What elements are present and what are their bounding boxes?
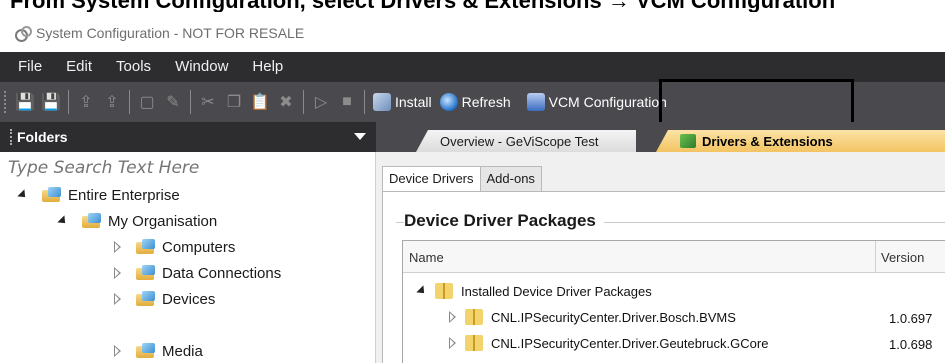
play-icon[interactable]: ▷ xyxy=(309,90,333,114)
package-icon xyxy=(465,335,483,351)
grid-header: Name Version xyxy=(403,241,945,273)
paste-icon[interactable]: 📋 xyxy=(248,90,272,114)
tree-item-devices[interactable]: Devices xyxy=(110,286,215,312)
menu-tools[interactable]: Tools xyxy=(104,52,163,82)
app-gear-icon xyxy=(14,26,32,42)
column-header-name[interactable]: Name xyxy=(409,250,444,265)
subtab-device-drivers[interactable]: Device Drivers xyxy=(382,166,481,192)
menu-help[interactable]: Help xyxy=(240,52,295,82)
folders-panel: Entire Enterprise My Organisation Comput… xyxy=(0,152,376,363)
toolbar-grip[interactable] xyxy=(4,91,8,113)
tab-drivers-extensions[interactable]: Drivers & Extensions xyxy=(656,130,945,152)
window-titlebar: System Configuration - NOT FOR RESALE xyxy=(0,14,945,52)
vcm-highlight-box xyxy=(659,79,854,127)
window-title: System Configuration - NOT FOR RESALE xyxy=(36,25,305,41)
cut-icon[interactable]: ✂ xyxy=(196,90,220,114)
tree-item-media[interactable]: Media xyxy=(110,338,203,363)
tree-item-label: Computers xyxy=(162,238,236,256)
column-divider[interactable] xyxy=(875,241,876,273)
tree-item-label: Entire Enterprise xyxy=(68,186,180,204)
row-name: CNL.IPSecurityCenter.Driver.Bosch.BVMS xyxy=(491,309,736,325)
toolbar-separator xyxy=(68,90,69,114)
subtab-addons[interactable]: Add-ons xyxy=(479,166,542,192)
menu-window[interactable]: Window xyxy=(163,52,240,82)
table-row[interactable]: CNL.IPSecurityCenter.Driver.Geutebruck.G… xyxy=(403,331,945,355)
collapse-arrow-icon[interactable] xyxy=(110,292,124,306)
expand-arrow-icon[interactable] xyxy=(56,214,70,228)
tab-drivers-label: Drivers & Extensions xyxy=(702,133,833,149)
document-tabstrip: Overview - GeViScope Test Drivers & Exte… xyxy=(376,122,945,152)
refresh-button[interactable]: Refresh xyxy=(436,87,515,117)
toolbar-separator xyxy=(303,90,304,114)
row-version: 1.0.697 xyxy=(889,311,933,326)
copy-icon[interactable]: ❐ xyxy=(222,90,246,114)
tree-item-label: Media xyxy=(162,342,203,360)
stop-icon[interactable]: ■ xyxy=(335,90,359,114)
toolbar-separator xyxy=(364,90,365,114)
tree-item-label: Data Connections xyxy=(162,264,282,282)
table-row[interactable]: CNL.IPSecurityCenter.Driver.Bosch.BVMS 1… xyxy=(403,305,945,329)
folders-panel-header: Folders xyxy=(0,122,376,152)
upload-icon[interactable]: ⇪ xyxy=(74,90,98,114)
drivers-icon xyxy=(680,134,696,148)
toolbar-separator xyxy=(129,90,130,114)
save-icon[interactable]: 💾 xyxy=(13,90,37,114)
row-version: 1.0.698 xyxy=(889,337,933,352)
refresh-label: Refresh xyxy=(461,94,511,110)
menu-bar: File Edit Tools Window Help xyxy=(0,52,945,82)
folder-icon xyxy=(136,265,156,281)
row-name: CNL.IPSecurityCenter.Driver.Geutebruck.G… xyxy=(491,335,769,351)
folder-icon xyxy=(42,187,62,203)
save-all-icon[interactable]: 💾 xyxy=(39,90,63,114)
chevron-down-icon[interactable] xyxy=(354,133,366,140)
device-driver-packages-title: Device Driver Packages xyxy=(404,211,604,231)
install-label: Install xyxy=(395,94,432,110)
column-header-version[interactable]: Version xyxy=(881,250,924,265)
folders-title: Folders xyxy=(17,129,68,145)
table-row[interactable]: Installed Device Driver Packages xyxy=(403,279,945,303)
drivers-content: Device Drivers Add-ons Device Driver Pac… xyxy=(376,152,945,363)
tab-overview[interactable]: Overview - GeViScope Test xyxy=(416,130,636,152)
folder-icon xyxy=(82,213,102,229)
vcm-configuration-button[interactable]: VCM Configuration xyxy=(523,87,671,117)
row-name: Installed Device Driver Packages xyxy=(461,283,652,299)
tree-item-computers[interactable]: Computers xyxy=(110,234,235,260)
edit-icon[interactable]: ✎ xyxy=(161,90,185,114)
collapse-arrow-icon[interactable] xyxy=(445,336,459,350)
vcm-label: VCM Configuration xyxy=(548,94,667,110)
upload-all-icon[interactable]: ⇪ xyxy=(100,90,124,114)
expand-arrow-icon[interactable] xyxy=(415,284,429,298)
preview-icon[interactable]: ▢ xyxy=(135,90,159,114)
folder-icon xyxy=(136,343,156,359)
tree-item-label: Devices xyxy=(162,290,216,308)
panel-grip[interactable] xyxy=(10,129,13,145)
package-icon xyxy=(465,309,483,325)
install-button[interactable]: Install xyxy=(369,87,436,117)
collapse-arrow-icon[interactable] xyxy=(110,240,124,254)
tree-item-entire-enterprise[interactable]: Entire Enterprise xyxy=(16,182,180,208)
package-icon xyxy=(435,283,453,299)
driver-packages-grid: Name Version Installed Device Driver Pac… xyxy=(402,240,945,363)
subtab-strip: Device Drivers Add-ons xyxy=(382,166,542,192)
menu-file[interactable]: File xyxy=(6,52,54,82)
folder-search-input[interactable] xyxy=(8,156,368,180)
folder-icon xyxy=(136,291,156,307)
tab-overview-label: Overview - GeViScope Test xyxy=(440,133,599,149)
folder-icon xyxy=(136,239,156,255)
collapse-arrow-icon[interactable] xyxy=(445,310,459,324)
menu-edit[interactable]: Edit xyxy=(54,52,104,82)
expand-arrow-icon[interactable] xyxy=(16,188,30,202)
tree-item-my-organisation[interactable]: My Organisation xyxy=(56,208,217,234)
collapse-arrow-icon[interactable] xyxy=(110,344,124,358)
delete-icon[interactable]: ✖ xyxy=(274,90,298,114)
toolbar-separator xyxy=(190,90,191,114)
tree-item-data-connections[interactable]: Data Connections xyxy=(110,260,281,286)
collapse-arrow-icon[interactable] xyxy=(110,266,124,280)
vcm-icon xyxy=(526,93,545,111)
instruction-heading: From System Configuration, select Driver… xyxy=(10,0,945,12)
tree-item-label: My Organisation xyxy=(108,212,218,230)
install-icon xyxy=(373,93,391,111)
refresh-icon xyxy=(439,93,458,111)
